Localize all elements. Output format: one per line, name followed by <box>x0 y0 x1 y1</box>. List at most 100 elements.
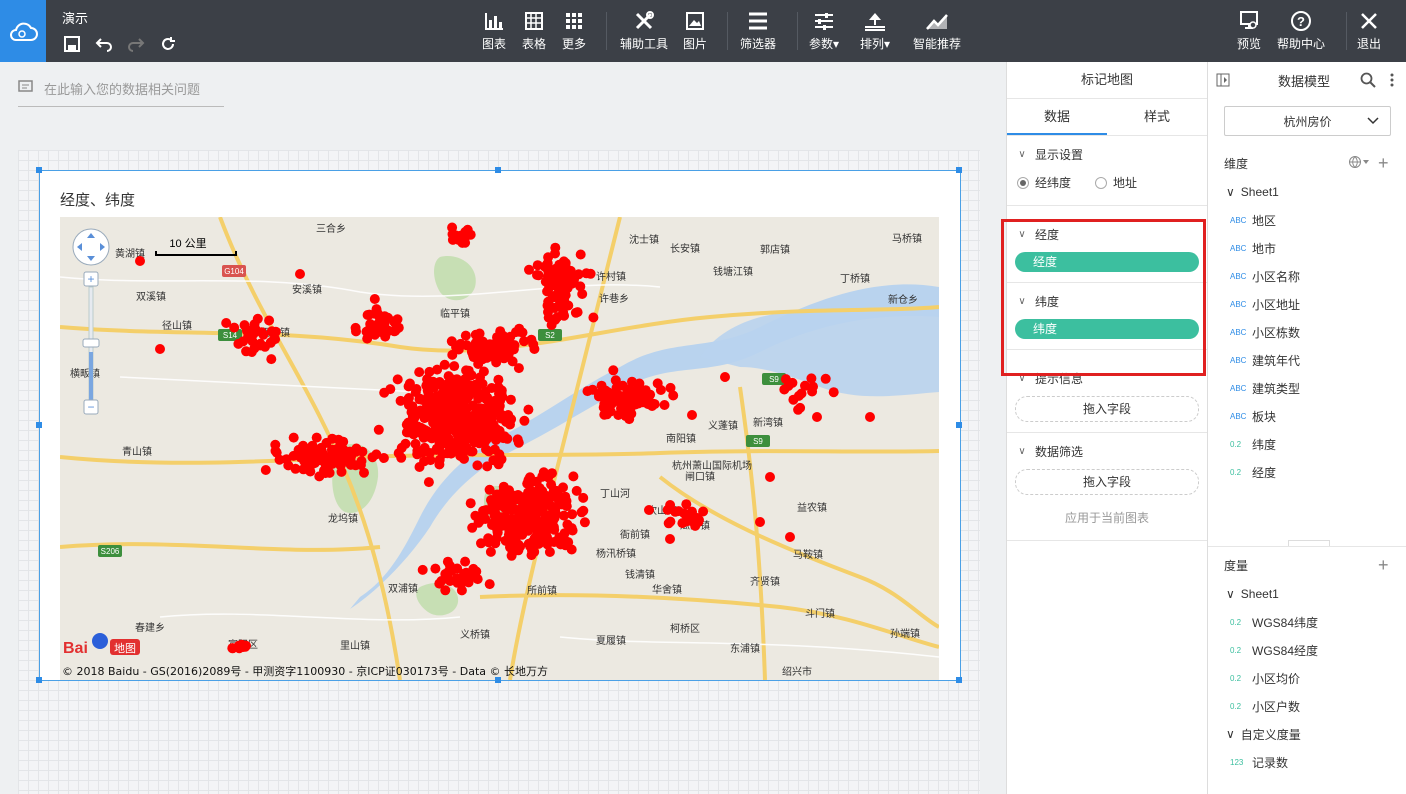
resize-handle[interactable] <box>495 167 501 173</box>
map-marker[interactable] <box>474 436 485 447</box>
map-marker[interactable] <box>486 413 497 423</box>
more-vertical-icon[interactable] <box>1389 72 1395 91</box>
map-marker[interactable] <box>796 388 807 399</box>
map-marker[interactable] <box>467 446 478 457</box>
map-marker[interactable] <box>514 506 525 517</box>
map-marker[interactable] <box>429 382 439 393</box>
data-filter-header[interactable]: ∨ 数据筛选 <box>1007 433 1207 469</box>
map-marker[interactable] <box>454 391 465 402</box>
map-marker[interactable] <box>403 381 414 392</box>
image-tool-button[interactable]: 图片 <box>683 10 707 52</box>
map-marker[interactable] <box>493 374 504 385</box>
map-marker[interactable] <box>424 366 435 377</box>
map-marker[interactable] <box>311 432 322 443</box>
map-marker[interactable] <box>298 464 309 475</box>
map-marker[interactable] <box>434 432 445 443</box>
map-marker[interactable] <box>820 373 831 384</box>
field-item[interactable]: 0.2 小区均价 <box>1208 664 1406 692</box>
map-marker[interactable] <box>501 337 512 348</box>
map-marker[interactable] <box>663 518 674 529</box>
map-marker[interactable] <box>362 333 373 344</box>
map-marker[interactable] <box>460 556 471 567</box>
apply-to-chart-link[interactable]: 应用于当前图表 <box>1007 505 1207 540</box>
map-marker[interactable] <box>467 522 478 533</box>
map-marker[interactable] <box>553 301 564 311</box>
resize-handle[interactable] <box>36 167 42 173</box>
marker-map[interactable]: 三合乡黄湖镇安溪镇双溪镇径山镇瓶窑镇横畈镇青山镇龙坞镇春建乡富阳区里山镇双浦镇义… <box>60 217 939 680</box>
map-marker[interactable] <box>260 465 271 475</box>
arrange-tool-button[interactable]: 排列▾ <box>860 10 890 52</box>
map-marker[interactable] <box>443 566 454 577</box>
map-marker[interactable] <box>550 242 561 253</box>
map-marker[interactable] <box>470 510 481 521</box>
map-marker[interactable] <box>599 399 610 409</box>
map-marker[interactable] <box>487 349 497 360</box>
map-marker[interactable] <box>385 384 396 395</box>
map-canvas[interactable]: 三合乡黄湖镇安溪镇双溪镇径山镇瓶窑镇横畈镇青山镇龙坞镇春建乡富阳区里山镇双浦镇义… <box>60 217 939 680</box>
map-marker[interactable] <box>472 460 483 471</box>
filter-dropzone[interactable]: 拖入字段 <box>1015 469 1199 495</box>
tab-style[interactable]: 样式 <box>1107 99 1207 135</box>
map-marker[interactable] <box>451 427 462 438</box>
map-marker[interactable] <box>543 252 554 263</box>
map-marker[interactable] <box>233 642 244 653</box>
map-marker[interactable] <box>562 519 573 530</box>
map-marker[interactable] <box>362 310 373 320</box>
map-marker[interactable] <box>460 330 471 341</box>
map-marker[interactable] <box>497 431 508 442</box>
map-marker[interactable] <box>513 437 524 448</box>
map-marker[interactable] <box>526 550 537 561</box>
map-marker[interactable] <box>780 374 791 385</box>
search-icon[interactable] <box>1360 72 1376 91</box>
map-marker[interactable] <box>395 395 406 406</box>
radio-address[interactable]: 地址 <box>1095 174 1137 191</box>
map-marker[interactable] <box>431 397 442 408</box>
map-marker[interactable] <box>293 444 304 455</box>
map-marker[interactable] <box>265 337 276 348</box>
map-marker[interactable] <box>392 374 403 385</box>
map-marker[interactable] <box>509 340 520 351</box>
map-marker[interactable] <box>519 336 529 347</box>
map-marker[interactable] <box>553 489 564 500</box>
map-marker[interactable] <box>468 563 479 574</box>
map-marker[interactable] <box>532 270 542 280</box>
map-marker[interactable] <box>305 454 316 465</box>
map-marker[interactable] <box>570 307 581 318</box>
map-marker[interactable] <box>338 444 349 455</box>
resize-handle[interactable] <box>495 677 501 683</box>
add-dimension-icon[interactable]: + <box>1378 153 1389 174</box>
map-marker[interactable] <box>588 312 599 323</box>
map-marker[interactable] <box>599 409 610 420</box>
map-marker[interactable] <box>497 512 508 523</box>
radio-lnglat[interactable]: 经纬度 <box>1017 174 1071 191</box>
map-marker[interactable] <box>505 542 515 553</box>
map-marker[interactable] <box>561 496 572 506</box>
map-marker[interactable] <box>419 456 430 467</box>
recommend-tool-button[interactable]: 智能推荐 <box>913 10 961 52</box>
map-marker[interactable] <box>698 506 709 517</box>
map-marker[interactable] <box>659 400 670 410</box>
map-marker[interactable] <box>630 389 641 399</box>
map-marker[interactable] <box>221 318 232 328</box>
refresh-icon[interactable] <box>158 34 178 54</box>
map-marker[interactable] <box>423 477 434 488</box>
field-item[interactable]: ABC 小区栋数 <box>1208 318 1406 346</box>
map-marker[interactable] <box>633 379 643 390</box>
map-marker[interactable] <box>579 517 590 528</box>
tooltip-dropzone[interactable]: 拖入字段 <box>1015 396 1199 422</box>
map-marker[interactable] <box>484 484 495 495</box>
map-marker[interactable] <box>686 516 697 526</box>
map-marker[interactable] <box>655 385 666 395</box>
map-marker[interactable] <box>514 323 525 334</box>
help-center-button[interactable]: ? 帮助中心 <box>1277 10 1325 52</box>
map-marker[interactable] <box>483 533 494 544</box>
map-marker[interactable] <box>505 394 516 405</box>
map-marker[interactable] <box>430 563 441 574</box>
map-marker[interactable] <box>345 454 356 465</box>
map-marker[interactable] <box>487 340 498 351</box>
map-marker[interactable] <box>414 367 425 378</box>
display-settings-header[interactable]: ∨ 显示设置 <box>1007 136 1207 172</box>
save-icon[interactable] <box>62 34 82 54</box>
map-marker[interactable] <box>492 527 503 537</box>
map-marker[interactable] <box>496 385 507 396</box>
